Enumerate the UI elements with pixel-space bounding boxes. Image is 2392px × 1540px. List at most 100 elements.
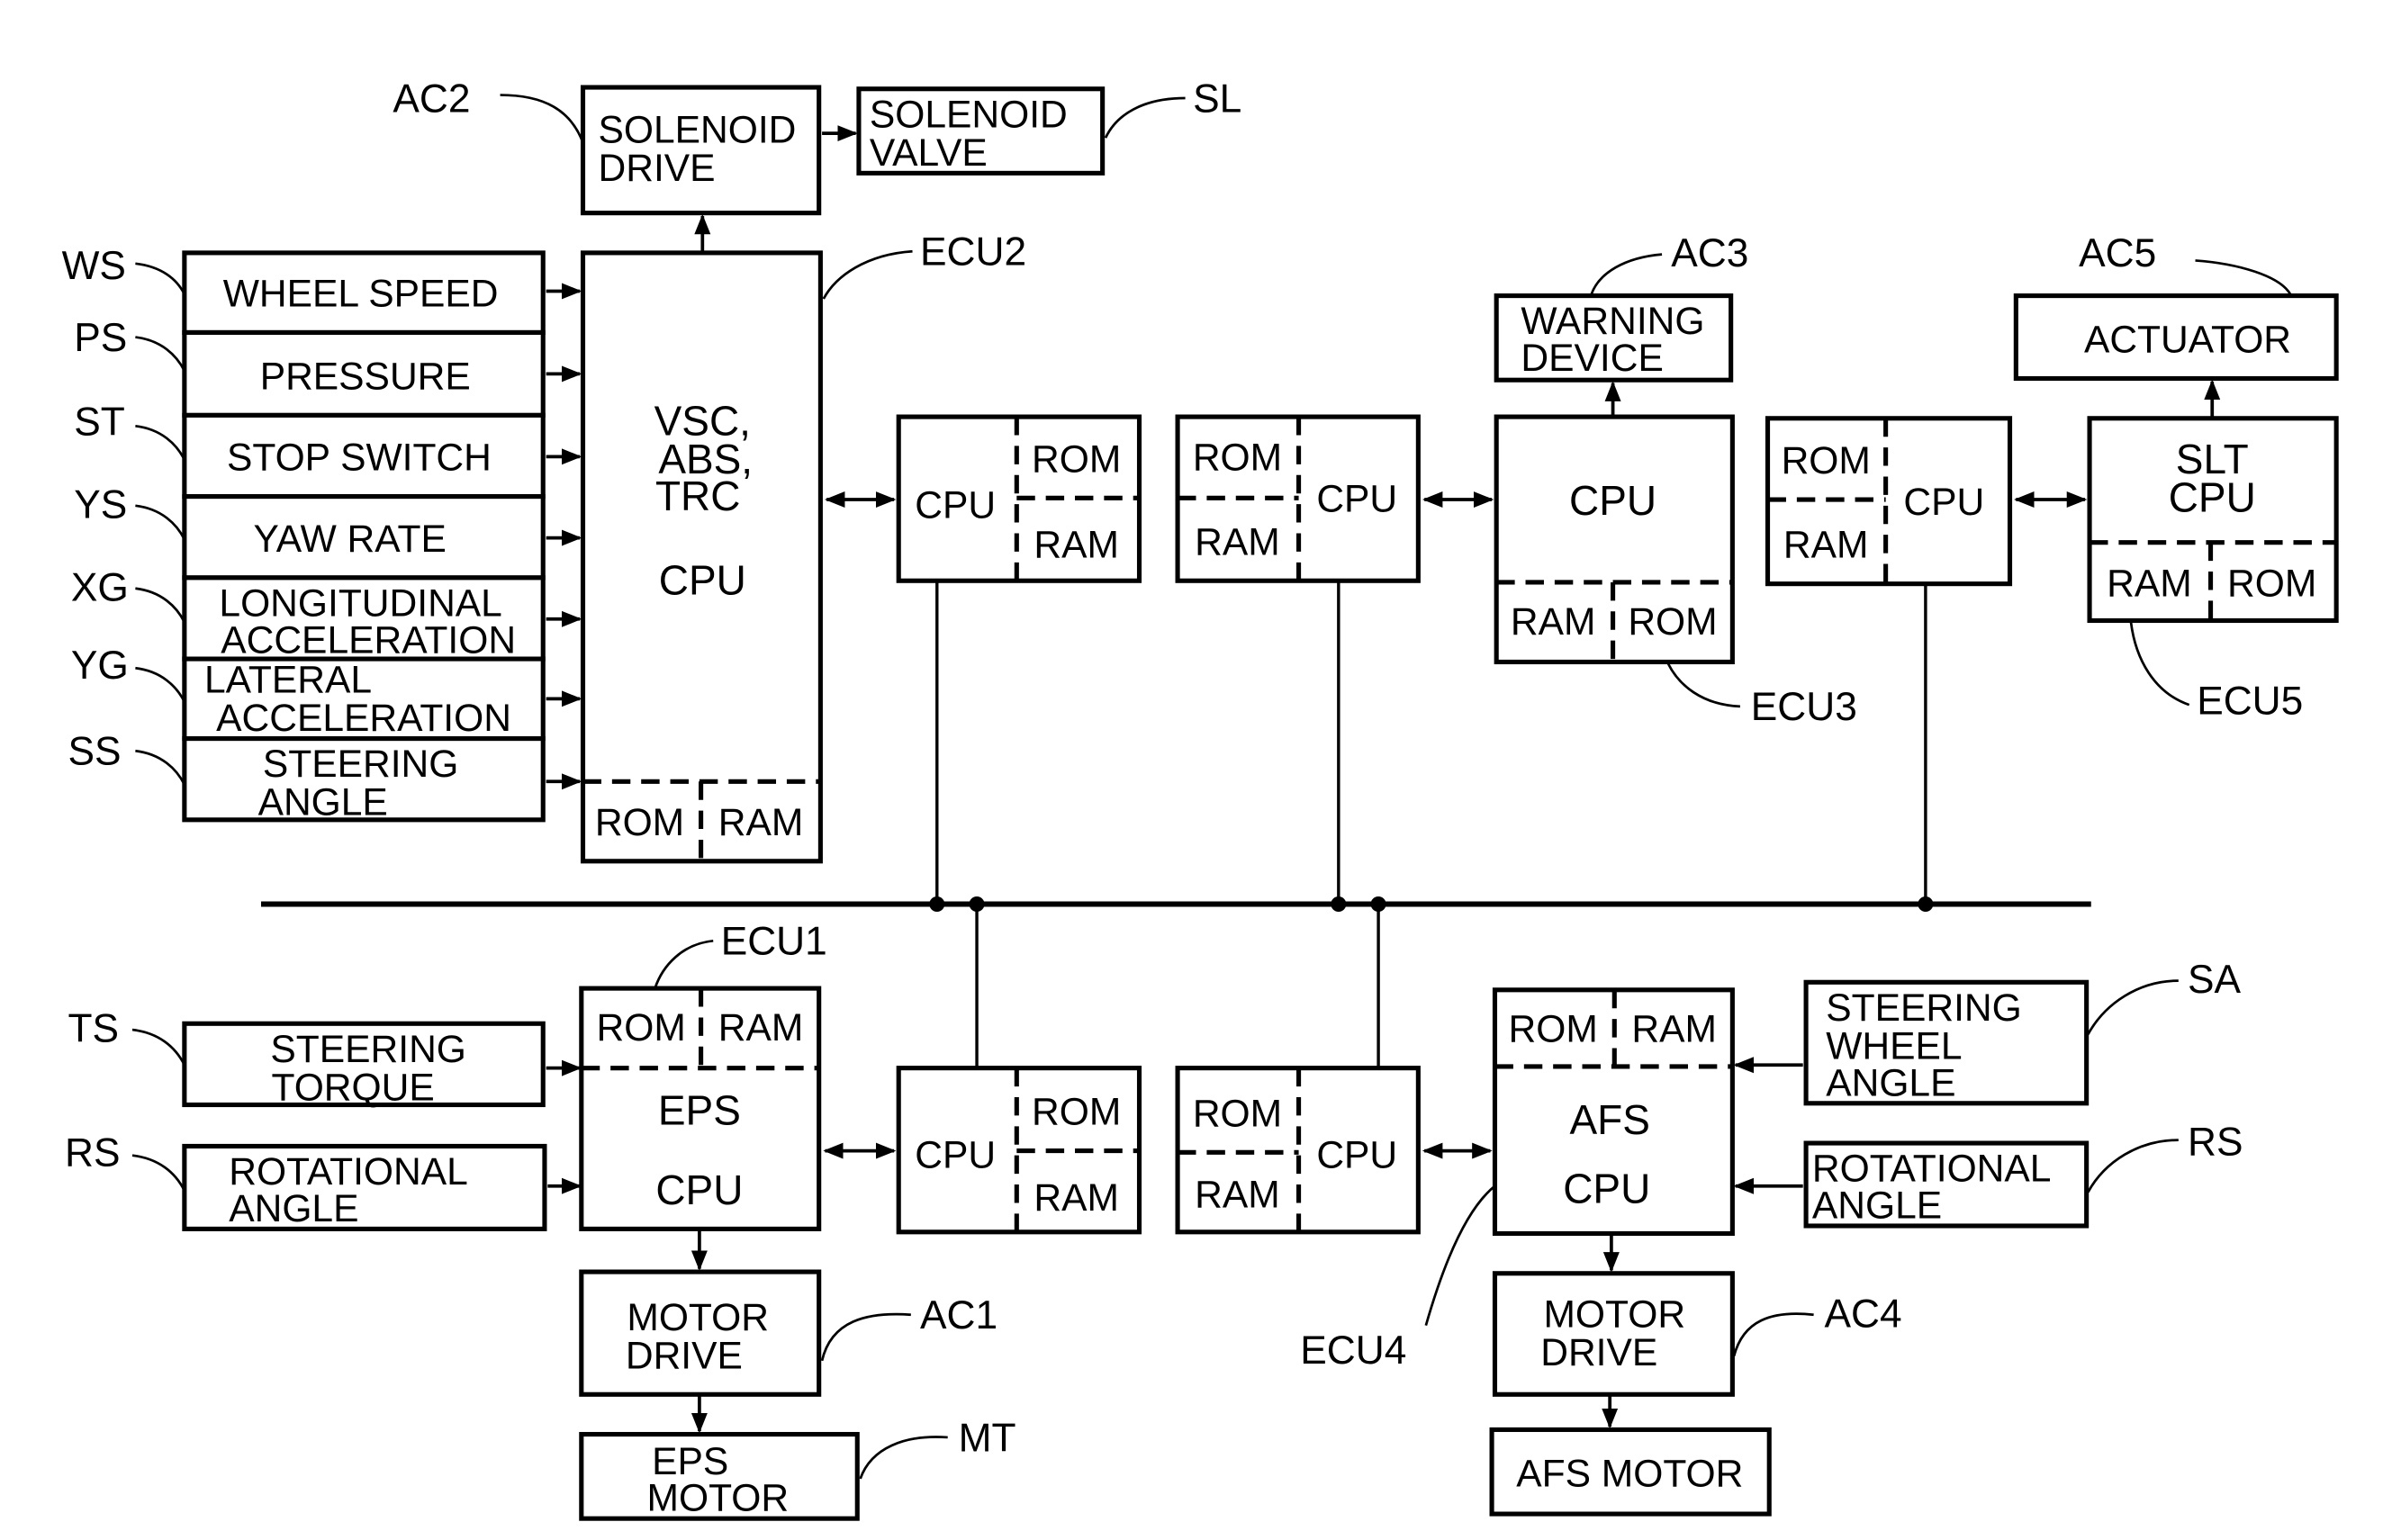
ref-tag-ts: TS	[68, 1007, 119, 1051]
rom-label: ROM	[595, 801, 684, 844]
sensor-label: YAW RATE	[254, 518, 447, 561]
sensor-label: ACCELERATION	[216, 697, 511, 740]
ref-tag-sa: SA	[2188, 958, 2242, 1002]
solenoid-drive-label: DRIVE	[599, 147, 716, 190]
ref-tag-ecu2: ECU2	[920, 230, 1026, 275]
eps-motor-label: MOTOR	[647, 1477, 790, 1520]
ref-tag-ac2: AC2	[393, 77, 470, 121]
leader-line	[135, 336, 186, 372]
ref-tag-sl: SL	[1193, 77, 1241, 121]
cpu-label: CPU	[1903, 481, 1984, 524]
ecu4-unit: ROM RAM AFS CPU ECU4 STEERING WHEEL ANGL…	[1300, 958, 2243, 1517]
ecu1-sensors: STEERING TORQUE ROTATIONAL ANGLE TS RS	[65, 1007, 582, 1231]
steering-torque-label: STEERING	[270, 1028, 466, 1071]
sensor-label: LATERAL	[204, 659, 372, 702]
ram-label: RAM	[2107, 562, 2192, 605]
cpu-label: CPU	[1316, 1133, 1397, 1176]
ram-label: RAM	[1195, 520, 1280, 563]
cpu-label: CPU	[915, 1133, 996, 1176]
ref-tag-ac1: AC1	[920, 1293, 997, 1337]
leader-line	[135, 666, 186, 703]
ram-label: RAM	[1511, 600, 1596, 644]
actuator-label: ACTUATOR	[2084, 319, 2291, 362]
comm-cpu-ecu4: ROM RAM CPU	[1175, 904, 1493, 1235]
leader-line	[2195, 259, 2292, 295]
ref-tag-ac5: AC5	[2079, 231, 2156, 275]
motor-drive-label: DRIVE	[626, 1334, 743, 1377]
ecu4-cpu-label: CPU	[1563, 1165, 1650, 1211]
rom-label: ROM	[1782, 439, 1871, 482]
motor-drive-label: MOTOR	[1543, 1292, 1685, 1336]
ecu5-cpu-label: CPU	[2169, 474, 2256, 521]
solenoid-valve-label: SOLENOID	[870, 93, 1068, 136]
leader-line	[820, 1312, 911, 1362]
rom-label: ROM	[1193, 1092, 1282, 1135]
ref-tag-rs-right: RS	[2188, 1121, 2243, 1165]
ram-label: RAM	[1631, 1008, 1717, 1051]
ecu3-cpu-label: CPU	[1569, 477, 1656, 524]
leader-line	[500, 94, 584, 143]
ram-label: RAM	[1034, 524, 1119, 567]
leader-line	[822, 249, 913, 300]
warning-device-label: DEVICE	[1521, 337, 1663, 380]
ecu5-unit: SLT CPU RAM ROM ACTUATOR AC5 ECU5	[2013, 231, 2339, 723]
comm-cpu-ecu1: CPU ROM RAM	[823, 904, 1142, 1235]
leader-line	[135, 504, 186, 540]
ref-tag-yg: YG	[71, 644, 129, 688]
ram-label: RAM	[1034, 1176, 1119, 1220]
motor-drive-label: MOTOR	[627, 1296, 769, 1339]
comm-cpu-ecu3: ROM RAM CPU	[1175, 414, 1494, 905]
rom-label: ROM	[2227, 562, 2316, 605]
ref-tag-rs-left: RS	[65, 1131, 120, 1175]
ref-tag-ys: YS	[74, 482, 127, 527]
rotational-angle-label: ANGLE	[229, 1187, 358, 1230]
leader-line	[1666, 662, 1740, 708]
rom-label: ROM	[1032, 1091, 1121, 1134]
leader-line	[654, 939, 714, 989]
ecu1-function-label: EPS	[658, 1087, 741, 1134]
leader-line	[131, 1154, 186, 1192]
ecu4-function-label: AFS	[1569, 1096, 1649, 1143]
ram-label: RAM	[718, 801, 804, 844]
sensor-label: PRESSURE	[260, 355, 471, 398]
ram-label: RAM	[718, 1006, 804, 1049]
leader-line	[2087, 979, 2179, 1035]
solenoid-valve-label: VALVE	[870, 131, 988, 175]
leader-line	[1732, 1312, 1814, 1357]
leader-line	[2129, 622, 2190, 707]
sensor-label: ACCELERATION	[221, 618, 516, 662]
motor-drive-label: DRIVE	[1540, 1331, 1657, 1374]
ref-tag-st: ST	[74, 401, 125, 445]
rotational-angle-label: ANGLE	[1812, 1184, 1942, 1227]
rom-label: ROM	[1628, 600, 1717, 644]
ecu2-sensor-stack: WHEEL SPEED PRESSURE STOP SWITCH YAW RAT…	[62, 244, 582, 824]
ref-tag-ecu4: ECU4	[1300, 1328, 1406, 1373]
leader-line	[1104, 96, 1186, 139]
ecu2-function-label: TRC	[655, 473, 740, 519]
cpu-label: CPU	[1316, 478, 1397, 521]
cpu-label: CPU	[915, 483, 996, 527]
leader-line	[1424, 1184, 1496, 1327]
leader-line	[859, 1436, 948, 1480]
afs-motor-label: AFS MOTOR	[1516, 1452, 1743, 1495]
leader-line	[131, 1028, 186, 1066]
solenoid-group: SOLENOID DRIVE SOLENOID VALVE AC2 SL	[393, 77, 1241, 253]
rom-label: ROM	[1193, 437, 1282, 480]
solenoid-drive-label: SOLENOID	[599, 108, 797, 151]
ref-tag-ecu5: ECU5	[2197, 679, 2303, 723]
sensor-label: STOP SWITCH	[227, 437, 492, 480]
ref-tag-ac4: AC4	[1825, 1292, 1902, 1336]
ram-label: RAM	[1195, 1174, 1280, 1217]
sensor-label: ANGLE	[258, 781, 388, 824]
ref-tag-ecu3: ECU3	[1751, 685, 1857, 729]
rom-label: ROM	[1032, 437, 1121, 481]
ecu1-cpu-label: CPU	[655, 1166, 743, 1213]
ref-tag-ecu1: ECU1	[721, 920, 827, 964]
leader-line	[2087, 1139, 2179, 1193]
comm-cpu-ecu2: CPU ROM RAM	[824, 414, 1142, 905]
ref-tag-xg: XG	[71, 565, 129, 609]
rom-label: ROM	[597, 1006, 686, 1049]
ref-tag-ps: PS	[74, 316, 127, 360]
ref-tag-ws: WS	[62, 244, 126, 288]
ref-tag-ac3: AC3	[1671, 231, 1748, 275]
